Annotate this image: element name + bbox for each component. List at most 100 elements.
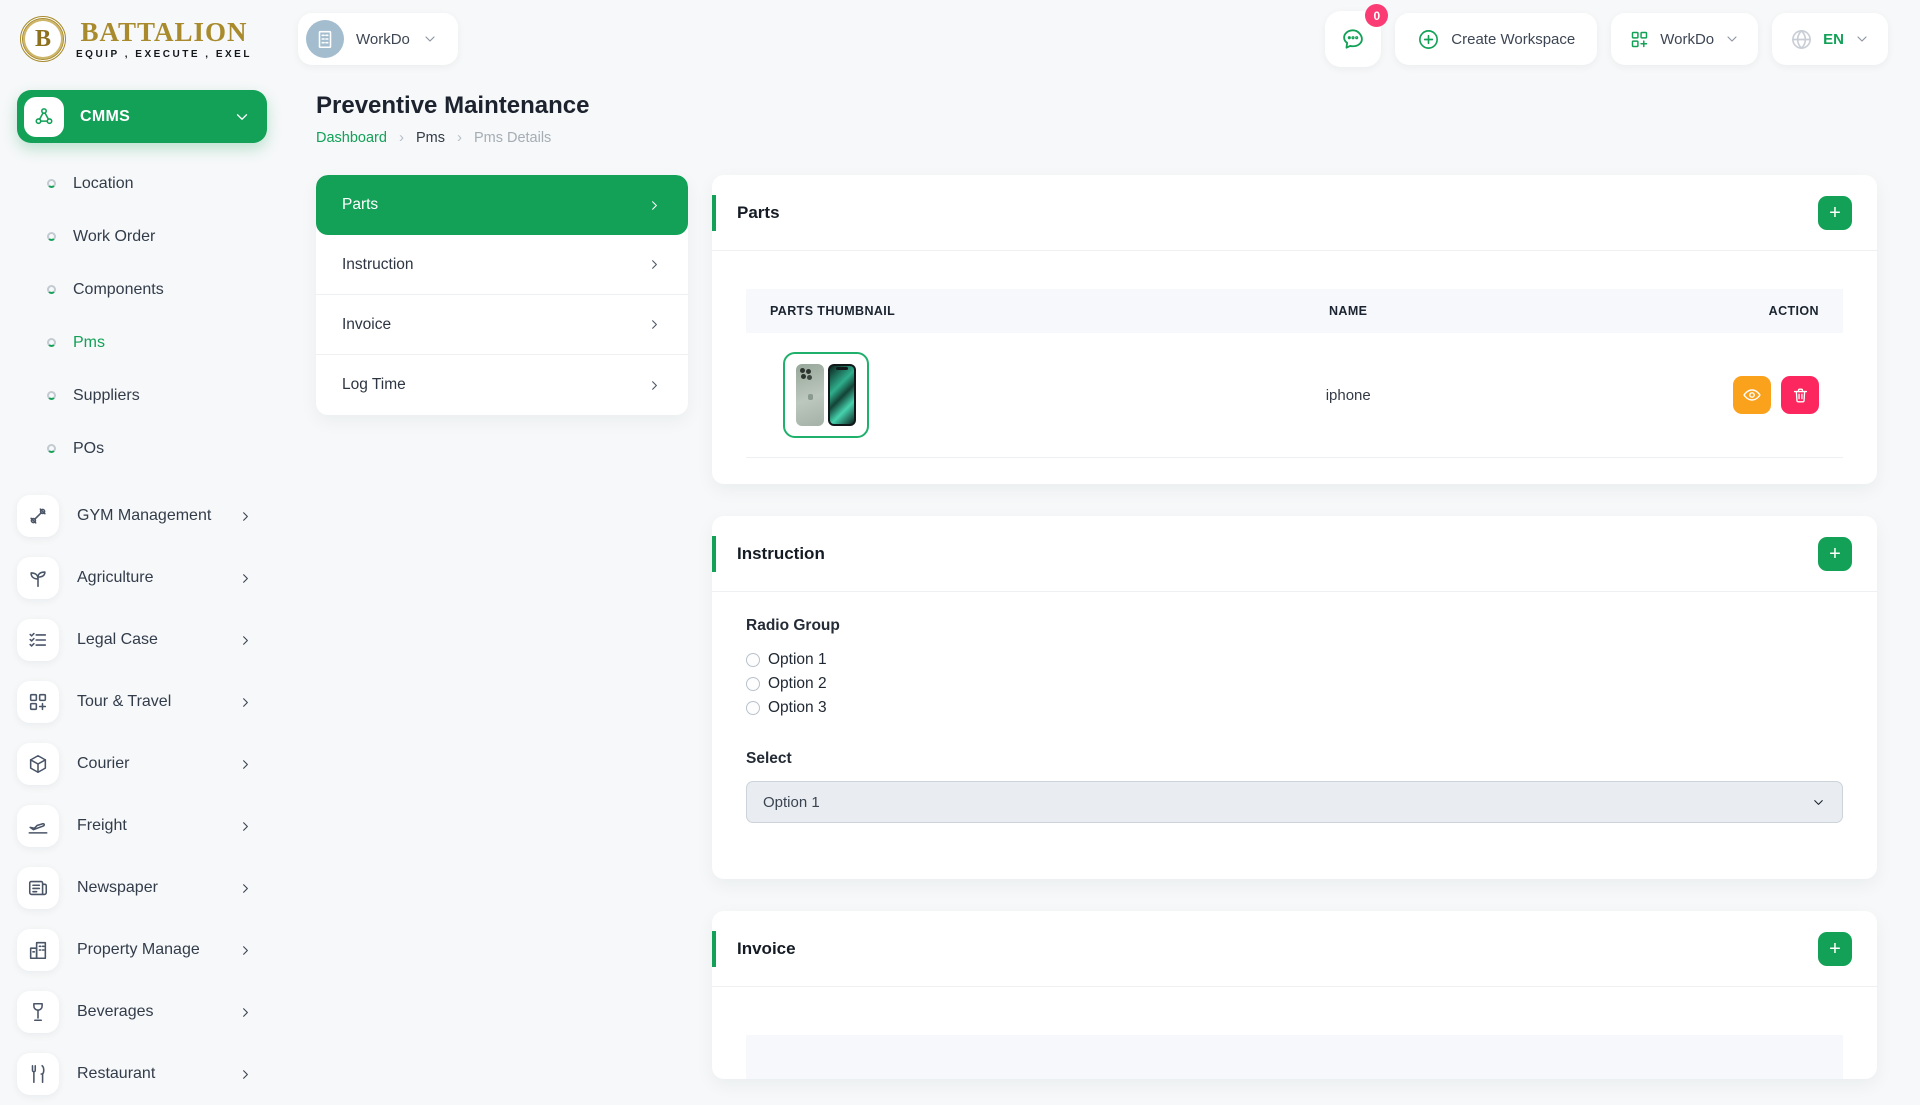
chevron-right-icon: [238, 1067, 253, 1082]
chevron-right-icon: [238, 633, 253, 648]
instruction-card: Instruction + Radio Group Option 1 Optio…: [712, 516, 1877, 879]
breadcrumb-item-pms[interactable]: Pms: [416, 130, 445, 146]
module-label: Agriculture: [77, 569, 220, 587]
brand-monogram: B: [35, 26, 51, 53]
sidebar-module-courier[interactable]: Courier: [17, 733, 267, 795]
sidebar-module-agriculture[interactable]: Agriculture: [17, 547, 267, 609]
delete-part-button[interactable]: [1781, 376, 1819, 414]
detail-tab-instruction[interactable]: Instruction: [316, 235, 688, 295]
plus-circle-icon: [1417, 28, 1440, 51]
grid-plus-icon: [1629, 29, 1650, 50]
breadcrumb-item-dashboard[interactable]: Dashboard: [316, 130, 387, 146]
module-label: Legal Case: [77, 631, 220, 649]
module-icon-box: [17, 805, 59, 847]
chevron-right-icon: [238, 819, 253, 834]
chevron-down-icon: [1854, 31, 1870, 47]
chevron-right-icon: [238, 1005, 253, 1020]
module-label: Restaurant: [77, 1065, 220, 1083]
sidebar-module-newspaper[interactable]: Newspaper: [17, 857, 267, 919]
chevron-right-icon: [238, 571, 253, 586]
language-selector[interactable]: EN: [1772, 13, 1888, 65]
detail-tab-label: Instruction: [342, 256, 414, 274]
detail-tab-log-time[interactable]: Log Time: [316, 355, 688, 415]
sidebar-module-gym-management[interactable]: GYM Management: [17, 485, 267, 547]
detail-menu-card: Parts Instruction Invoice Log Time: [316, 175, 688, 415]
workspace-switcher[interactable]: WorkDo: [298, 13, 458, 65]
sidebar-subnav: Location Work Order Components Pms Suppl…: [17, 157, 267, 475]
sidebar-group-cmms[interactable]: CMMS: [17, 90, 267, 143]
chevron-down-icon: [233, 108, 251, 126]
sidebar-item-suppliers[interactable]: Suppliers: [17, 369, 267, 422]
detail-tab-label: Invoice: [342, 316, 391, 334]
radio-option-option-2[interactable]: Option 2: [746, 672, 1843, 696]
breadcrumb: Dashboard›Pms›Pms Details: [316, 129, 1877, 146]
radio-button-icon[interactable]: [746, 677, 760, 691]
workspace-menu-button[interactable]: WorkDo: [1611, 13, 1758, 65]
sidebar-module-tour-travel[interactable]: Tour & Travel: [17, 671, 267, 733]
chevron-down-icon: [1811, 795, 1826, 810]
radio-option-option-1[interactable]: Option 1: [746, 648, 1843, 672]
sidebar-item-work-order[interactable]: Work Order: [17, 210, 267, 263]
sidebar-item-pms[interactable]: Pms: [17, 316, 267, 369]
radio-option-option-3[interactable]: Option 3: [746, 696, 1843, 720]
module-icon-box: [17, 681, 59, 723]
iphone-thumbnail[interactable]: [783, 352, 869, 438]
trash-icon: [1791, 386, 1810, 405]
create-workspace-button[interactable]: Create Workspace: [1395, 13, 1597, 65]
module-icon-box: [17, 557, 59, 599]
radio-button-icon[interactable]: [746, 653, 760, 667]
utensils-icon: [27, 1063, 49, 1085]
chevron-down-icon: [422, 31, 438, 47]
phone-back-image: [796, 364, 824, 426]
workspace-menu-label: WorkDo: [1660, 31, 1714, 48]
view-part-button[interactable]: [1733, 376, 1771, 414]
parts-card: Parts + PARTS THUMBNAILNAMEACTION iphone: [712, 175, 1877, 484]
module-label: Beverages: [77, 1003, 220, 1021]
chevron-right-icon: [647, 317, 662, 332]
add-invoice-button[interactable]: +: [1818, 932, 1852, 966]
chevron-right-icon: [647, 378, 662, 393]
workspace-avatar: [306, 20, 344, 58]
chevron-right-icon: [238, 509, 253, 524]
breadcrumb-separator: ›: [457, 129, 462, 146]
building-windows-icon: [27, 939, 49, 961]
eye-icon: [1742, 385, 1762, 405]
sidebar-module-property-manage[interactable]: Property Manage: [17, 919, 267, 981]
breadcrumb-separator: ›: [399, 129, 404, 146]
chevron-right-icon: [238, 695, 253, 710]
detail-tab-invoice[interactable]: Invoice: [316, 295, 688, 355]
sidebar-module-legal-case[interactable]: Legal Case: [17, 609, 267, 671]
sidebar-item-location[interactable]: Location: [17, 157, 267, 210]
chevron-down-icon: [1724, 31, 1740, 47]
sidebar-item-components[interactable]: Components: [17, 263, 267, 316]
chat-button[interactable]: 0: [1325, 11, 1381, 67]
radio-option-label: Option 3: [768, 699, 827, 717]
bullet-icon: [47, 444, 56, 453]
add-instruction-button[interactable]: +: [1818, 537, 1852, 571]
add-part-button[interactable]: +: [1818, 196, 1852, 230]
sidebar-module-beverages[interactable]: Beverages: [17, 981, 267, 1043]
sidebar-module-restaurant[interactable]: Restaurant: [17, 1043, 267, 1105]
select-dropdown[interactable]: Option 1: [746, 781, 1843, 823]
radio-button-icon[interactable]: [746, 701, 760, 715]
select-label: Select: [746, 750, 1843, 768]
detail-tab-parts[interactable]: Parts: [316, 175, 688, 235]
parts-card-title: Parts: [737, 203, 780, 223]
page-title: Preventive Maintenance: [316, 92, 1877, 120]
brand-emblem: B: [20, 16, 66, 62]
sidebar-item-label: Pms: [73, 334, 105, 352]
part-name: iphone: [1221, 333, 1476, 458]
radio-group-label: Radio Group: [746, 617, 840, 634]
cube-icon: [27, 753, 49, 775]
seedling-icon: [27, 567, 49, 589]
select-value: Option 1: [763, 794, 820, 811]
module-icon-box: [17, 743, 59, 785]
sidebar-item-pos[interactable]: POs: [17, 422, 267, 475]
plane-icon: [27, 815, 49, 837]
table-row: iphone: [746, 333, 1843, 458]
chat-badge: 0: [1365, 4, 1388, 27]
sidebar-module-freight[interactable]: Freight: [17, 795, 267, 857]
module-label: GYM Management: [77, 507, 220, 525]
module-icon-box: [17, 619, 59, 661]
brand-logo: B BATTALION EQUIP , EXECUTE , EXEL: [20, 16, 270, 62]
